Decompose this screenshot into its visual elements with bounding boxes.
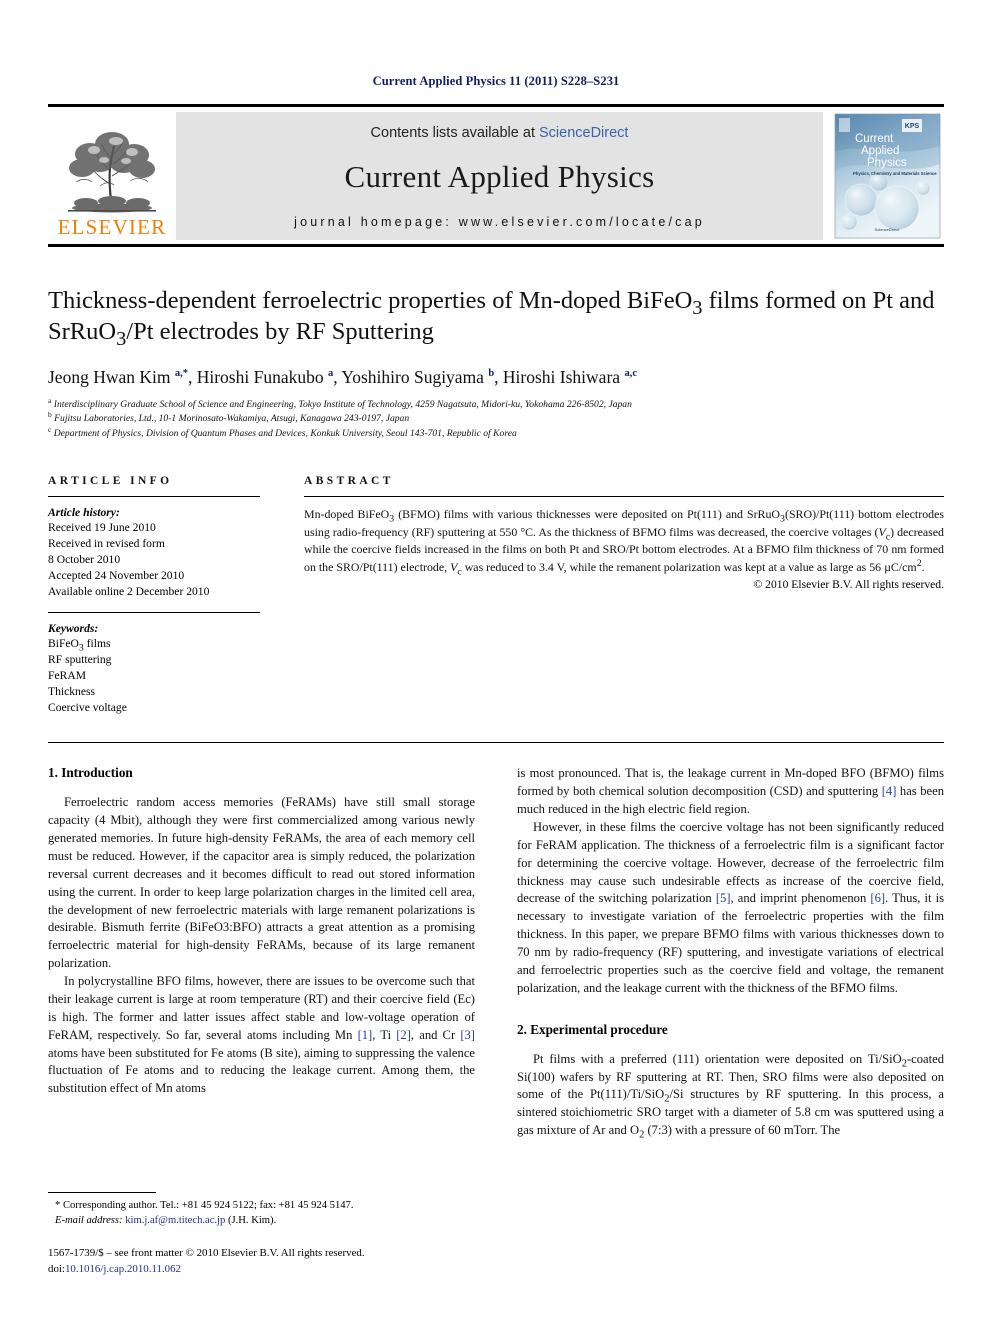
abstract-copyright: © 2010 Elsevier B.V. All rights reserved… (753, 577, 944, 591)
paragraph-text: is most pronounced. That is, the leakage… (517, 766, 944, 799)
journal-title: Current Applied Physics (344, 159, 655, 194)
citation-link[interactable]: [1] (358, 1028, 373, 1042)
cover-subtitle: Physics, Chemistry and Materials Science (853, 171, 937, 176)
abstract-column: ABSTRACT Mn-doped BiFeO3 (BFMO) films wi… (282, 475, 944, 716)
affiliation-text: Department of Physics, Division of Quant… (53, 427, 517, 439)
affiliation-list: a Interdisciplinary Graduate School of S… (48, 395, 944, 442)
affiliation-text: Interdisciplinary Graduate School of Sci… (53, 398, 632, 410)
sciencedirect-link[interactable]: ScienceDirect (539, 125, 628, 141)
affiliation-item: b Fujitsu Laboratories, Ltd., 10-1 Morin… (48, 410, 410, 425)
article-info-column: ARTICLE INFO Article history: Received 1… (48, 475, 282, 716)
abstract-label: ABSTRACT (304, 475, 394, 488)
email-owner: (J.H. Kim). (227, 1215, 277, 1226)
cover-footer: ScienceDirect (875, 227, 901, 232)
contents-prefix: Contents lists available at (370, 125, 539, 141)
article-info-label: ARTICLE INFO (48, 475, 173, 488)
keyword-item: Coercive voltage (48, 701, 127, 715)
cover-title-line3: Physics (867, 157, 907, 169)
email-label: E-mail address: (55, 1215, 123, 1226)
paragraph: However, in these films the coercive vol… (517, 819, 944, 998)
journal-band: Contents lists available at ScienceDirec… (176, 112, 823, 240)
citation-link[interactable]: [2] (396, 1028, 411, 1042)
body-column-right: is most pronounced. That is, the leakage… (517, 765, 944, 1140)
section-heading-experimental: 2. Experimental procedure (517, 1021, 668, 1037)
running-head: Current Applied Physics 11 (2011) S228–S… (372, 74, 620, 88)
history-item: 8 October 2010 (48, 553, 121, 567)
keyword-item: FeRAM (48, 669, 87, 683)
email-note: E-mail address: kim.j.af@m.titech.ac.jp … (48, 1213, 454, 1228)
issn-copyright-block: 1567-1739/$ – see front matter © 2010 El… (48, 1246, 454, 1277)
body-column-left: 1. Introduction Ferroelectric random acc… (48, 765, 475, 1140)
affiliation-text: Fujitsu Laboratories, Ltd., 10-1 Morinos… (54, 413, 410, 425)
paragraph: Pt films with a preferred (111) orientat… (517, 1051, 944, 1141)
doi-line: doi:10.1016/j.cap.2010.11.062 (48, 1262, 454, 1277)
abstract-text: Mn-doped BiFeO3 (BFMO) films with variou… (304, 507, 944, 577)
affiliation-item: c Department of Physics, Division of Qua… (48, 424, 517, 439)
divider (48, 612, 260, 614)
issn-line: 1567-1739/$ – see front matter © 2010 El… (48, 1247, 365, 1260)
paragraph: Ferroelectric random access memories (Fe… (48, 795, 475, 971)
history-item: Accepted 24 November 2010 (48, 569, 185, 583)
divider (304, 496, 944, 498)
paragraph-text: , Ti (372, 1027, 397, 1042)
footnote-block: * Corresponding author. Tel.: +81 45 924… (48, 1191, 454, 1277)
footnote-divider (48, 1191, 156, 1193)
doi-link[interactable]: 10.1016/j.cap.2010.11.062 (65, 1263, 181, 1275)
paragraph-text: . Thus, it is necessary to investigate v… (517, 891, 945, 995)
divider (48, 742, 944, 744)
section-heading-introduction: 1. Introduction (48, 765, 133, 781)
keywords-heading: Keywords: (48, 622, 99, 636)
journal-masthead: ELSEVIER Contents lists available at Sci… (48, 104, 944, 247)
paragraph-text: , and Cr (410, 1027, 461, 1042)
email-link[interactable]: kim.j.af@m.titech.ac.jp (125, 1215, 225, 1226)
citation-link[interactable]: [5] (716, 891, 731, 905)
history-item: Available online 2 December 2010 (48, 585, 210, 599)
journal-homepage-line[interactable]: journal homepage: www.elsevier.com/locat… (294, 215, 705, 229)
contents-available-line: Contents lists available at ScienceDirec… (371, 125, 629, 141)
paragraph-text: , and imprint phenomenon (730, 891, 871, 906)
info-abstract-row: ARTICLE INFO Article history: Received 1… (48, 475, 944, 716)
body-columns: 1. Introduction Ferroelectric random acc… (48, 765, 944, 1140)
cover-title-line1: Current (855, 133, 894, 145)
affiliation-item: a Interdisciplinary Graduate School of S… (48, 395, 632, 410)
page-title: Thickness-dependent ferroelectric proper… (48, 287, 935, 351)
elsevier-wordmark: ELSEVIER (57, 215, 167, 239)
keyword-item: BiFeO3 films (48, 637, 111, 654)
journal-cover-thumbnail: KPS Current Applied Physics Physics, Che… (831, 112, 944, 240)
paper-page: Current Applied Physics 11 (2011) S228–S… (0, 0, 992, 1323)
citation-link[interactable]: [6] (870, 891, 885, 905)
corresponding-author-note: * Corresponding author. Tel.: +81 45 924… (55, 1199, 354, 1211)
elsevier-tree-icon (68, 132, 156, 213)
history-item: Received 19 June 2010 (48, 521, 156, 535)
article-history-heading: Article history: (48, 506, 120, 520)
paragraph: In polycrystalline BFO films, however, t… (48, 973, 475, 1098)
cover-image: KPS Current Applied Physics Physics, Che… (834, 113, 941, 239)
doi-label: doi: (48, 1262, 65, 1275)
title-block: Thickness-dependent ferroelectric proper… (48, 285, 944, 441)
cover-title-line2: Applied (861, 145, 899, 157)
cover-kps-badge: KPS (905, 123, 920, 130)
keyword-item: RF sputtering (48, 653, 112, 667)
history-item: Received in revised form (48, 537, 165, 551)
citation-link[interactable]: [3] (460, 1028, 475, 1042)
paragraph-text: atoms have been substituted for Fe atoms… (48, 1045, 475, 1096)
author-list: Jeong Hwan Kim a,*, Hiroshi Funakubo a, … (48, 366, 637, 387)
keyword-item: Thickness (48, 685, 96, 699)
paragraph: is most pronounced. That is, the leakage… (517, 765, 944, 819)
divider (48, 496, 260, 498)
citation-link[interactable]: [4] (882, 784, 897, 798)
elsevier-logo: ELSEVIER (48, 112, 176, 240)
